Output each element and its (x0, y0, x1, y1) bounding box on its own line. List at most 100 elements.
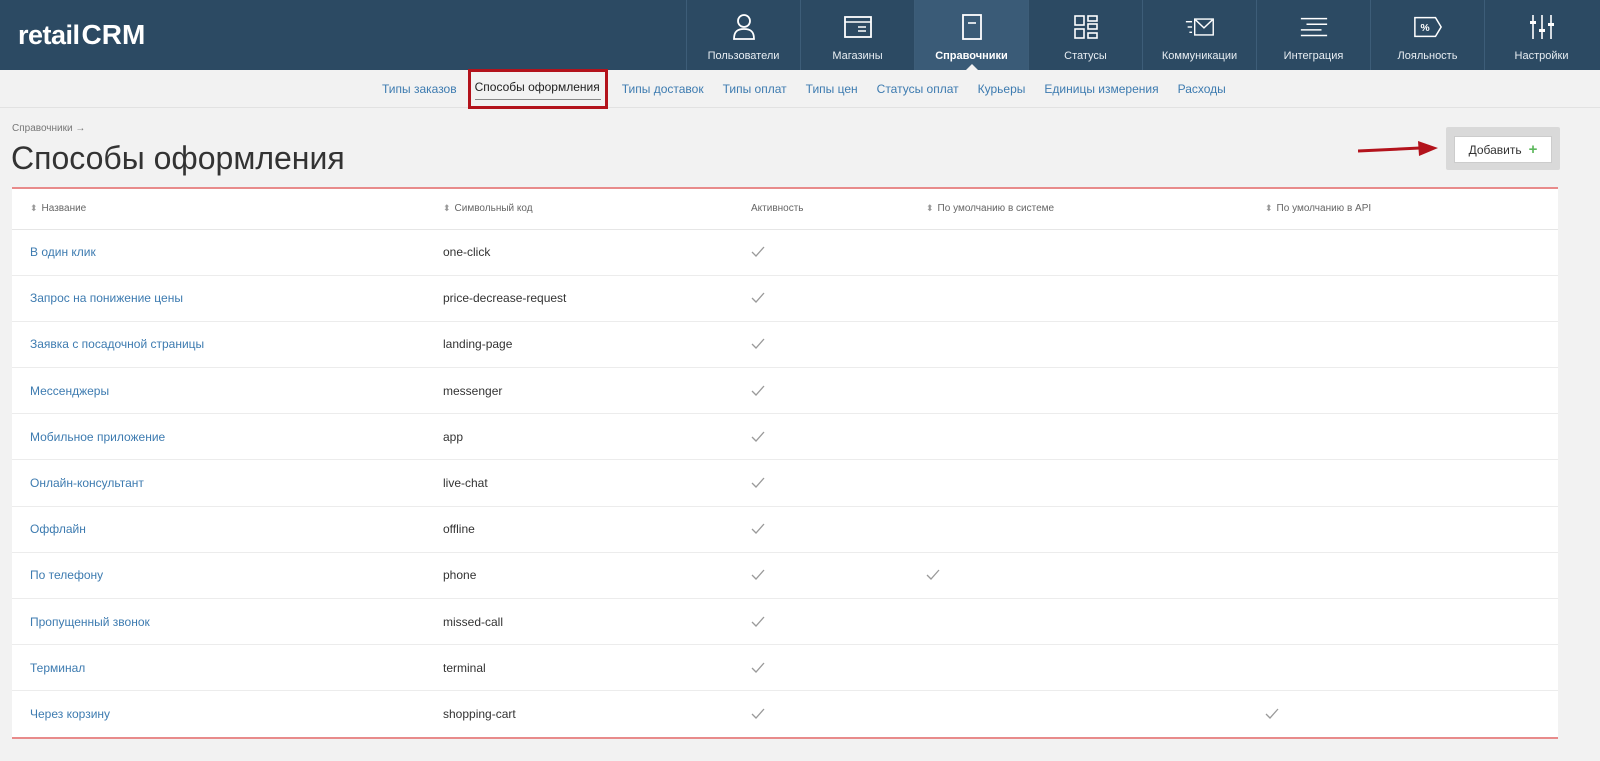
sub-nav: Типы заказов Способы оформления Типы дос… (0, 69, 1600, 109)
cell-name[interactable]: Мессенджеры (12, 367, 425, 415)
logo-crm: CRM (82, 19, 146, 51)
integration-icon (1299, 12, 1329, 42)
table-row[interactable]: В один клик one-click (12, 229, 1558, 276)
sort-icon: ⬍ (30, 203, 38, 214)
table-row[interactable]: Онлайн-консультант live-chat (12, 459, 1558, 507)
subnav-item-couriers[interactable]: Курьеры (978, 82, 1026, 96)
cell-default-system (908, 321, 1247, 369)
subnav-item-payment-types[interactable]: Типы оплат (723, 82, 787, 96)
table-row[interactable]: Через корзину shopping-cart (12, 691, 1558, 737)
checkmark-icon (926, 567, 940, 583)
table-body: В один клик one-click Запрос на понижение … (12, 229, 1558, 737)
checkmark-icon (751, 336, 765, 352)
cell-name[interactable]: Терминал (12, 644, 425, 692)
cell-default-api (1247, 598, 1558, 646)
cell-default-api (1247, 552, 1558, 600)
cell-code: landing-page (425, 321, 733, 369)
cell-default-system (908, 367, 1247, 415)
checkmark-icon (751, 706, 765, 722)
top-bar: retail CRM Пользователи Магазины Справоч… (0, 0, 1600, 70)
add-button[interactable]: Добавить + (1454, 136, 1552, 163)
checkmark-icon (751, 660, 765, 676)
sort-icon: ⬍ (926, 203, 934, 214)
checkmark-icon (751, 567, 765, 583)
table-row[interactable]: Запрос на понижение цены price-decrease-r… (12, 275, 1558, 322)
cell-name[interactable]: В один клик (12, 229, 425, 276)
communications-icon (1185, 12, 1215, 42)
cell-name[interactable]: Пропущенный звонок (12, 598, 425, 646)
cell-default-system (908, 229, 1247, 276)
loyalty-icon: % (1413, 12, 1443, 42)
reference-book-icon (957, 12, 987, 42)
cell-active (733, 691, 908, 737)
table-header-row: ⬍ Название ⬍ Символьный код Активность ⬍ По… (12, 189, 1558, 230)
subnav-item-delivery-types[interactable]: Типы доставок (622, 82, 704, 96)
cell-default-api (1247, 506, 1558, 553)
subnav-item-price-types[interactable]: Типы цен (806, 82, 858, 96)
cell-name[interactable]: Заявка с посадочной страницы (12, 321, 425, 369)
cell-name[interactable]: Онлайн-консультант (12, 459, 425, 507)
table-row[interactable]: Терминал terminal (12, 644, 1558, 692)
sub-nav-items: Типы заказов Способы оформления Типы дос… (382, 69, 1245, 109)
subnav-item-units[interactable]: Единицы измерения (1044, 82, 1158, 96)
page-title: Способы оформления (11, 140, 345, 176)
cell-default-system (908, 506, 1247, 553)
cell-active (733, 367, 908, 415)
cell-name[interactable]: Мобильное приложение (12, 413, 425, 461)
cell-name[interactable]: Оффлайн (12, 506, 425, 553)
cell-code: terminal (425, 644, 733, 692)
user-icon (729, 12, 759, 42)
cell-name[interactable]: Через корзину (12, 691, 425, 737)
nav-item-settings[interactable]: Настройки (1484, 0, 1598, 70)
nav-item-users[interactable]: Пользователи (686, 0, 800, 70)
breadcrumb[interactable]: Справочники → (12, 123, 85, 134)
cell-name[interactable]: По телефону (12, 552, 425, 600)
cell-default-system (908, 552, 1247, 600)
checkmark-icon (1265, 706, 1279, 722)
column-header-code[interactable]: ⬍ Символьный код (425, 189, 733, 230)
logo[interactable]: retail CRM (18, 18, 145, 52)
cell-default-api (1247, 229, 1558, 276)
nav-item-statuses[interactable]: Статусы (1028, 0, 1142, 70)
cell-name[interactable]: Запрос на понижение цены (12, 275, 425, 322)
cell-code: missed-call (425, 598, 733, 646)
nav-item-integration[interactable]: Интеграция (1256, 0, 1370, 70)
cell-code: messenger (425, 367, 733, 415)
nav-item-stores[interactable]: Магазины (800, 0, 914, 70)
cell-default-api (1247, 644, 1558, 692)
checkmark-icon (751, 475, 765, 491)
checkmark-icon (751, 521, 765, 537)
table-row[interactable]: По телефону phone (12, 552, 1558, 600)
column-header-label: По умолчанию в системе (937, 203, 1055, 215)
sort-icon: ⬍ (1265, 203, 1273, 214)
subnav-item-payment-statuses[interactable]: Статусы оплат (877, 82, 959, 96)
cell-default-system (908, 598, 1247, 646)
subnav-item-expenses[interactable]: Расходы (1178, 82, 1226, 96)
nav-item-communications[interactable]: Коммуникации (1142, 0, 1256, 70)
table-row[interactable]: Оффлайн offline (12, 506, 1558, 553)
nav-label: Коммуникации (1161, 50, 1238, 62)
table-row[interactable]: Пропущенный звонок missed-call (12, 598, 1558, 646)
cell-code: one-click (425, 229, 733, 276)
settings-sliders-icon (1527, 12, 1557, 42)
nav-label: Пользователи (707, 50, 780, 62)
checkmark-icon (751, 244, 765, 260)
subnav-item-order-methods[interactable]: Способы оформления (467, 69, 608, 109)
column-header-label: Символьный код (454, 203, 533, 215)
column-header-default-system[interactable]: ⬍ По умолчанию в системе (908, 189, 1247, 230)
nav-item-reference-books[interactable]: Справочники (914, 0, 1028, 70)
cell-default-system (908, 275, 1247, 322)
store-icon (843, 12, 873, 42)
column-header-default-api[interactable]: ⬍ По умолчанию в API (1247, 189, 1558, 230)
table-row[interactable]: Мессенджеры messenger (12, 367, 1558, 415)
subnav-item-order-types[interactable]: Типы заказов (382, 82, 457, 96)
checkmark-icon (751, 290, 765, 306)
nav-item-loyalty[interactable]: % Лояльность (1370, 0, 1484, 70)
table-row[interactable]: Мобильное приложение app (12, 413, 1558, 461)
nav-label: Магазины (832, 50, 883, 62)
table-row[interactable]: Заявка с посадочной страницы landing-page (12, 321, 1558, 369)
cell-default-api (1247, 321, 1558, 369)
column-header-name[interactable]: ⬍ Название (12, 189, 425, 230)
table: ⬍ Название ⬍ Символьный код Активность ⬍ По… (12, 189, 1558, 737)
nav-label: Справочники (935, 50, 1008, 62)
